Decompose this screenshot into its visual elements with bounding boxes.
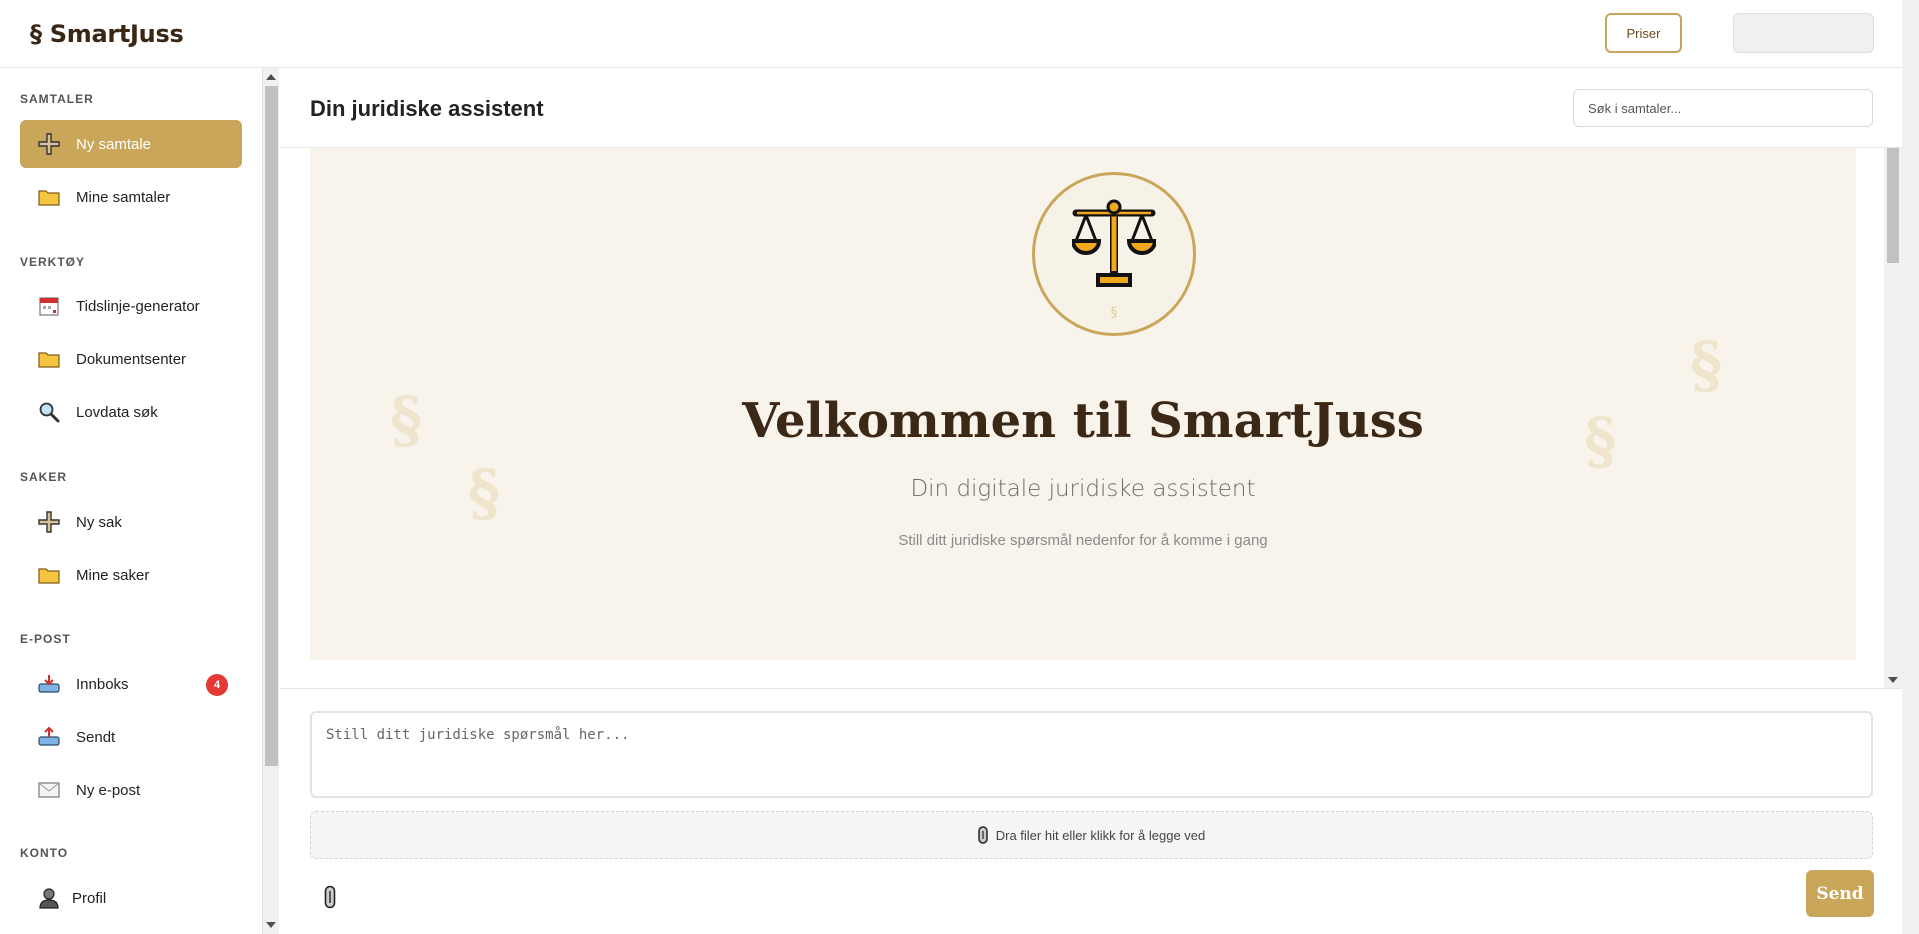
sidebar-scrollbar-thumb[interactable] xyxy=(265,86,278,766)
sidebar-item-lovdata-sok[interactable]: Lovdata søk xyxy=(20,388,242,436)
sidebar-item-mine-samtaler[interactable]: Mine samtaler xyxy=(20,173,242,221)
decorative-paragraph-mark: § xyxy=(1690,328,1723,401)
section-title-verktoy: VERKTØY xyxy=(20,255,86,269)
sidebar-item-label: Sendt xyxy=(76,728,116,746)
user-icon xyxy=(36,887,62,909)
sidebar-item-dokumentsenter[interactable]: Dokumentsenter xyxy=(20,335,242,383)
sidebar-item-label: Mine saker xyxy=(76,566,150,584)
section-title-saker: SAKER xyxy=(20,470,68,484)
plus-icon xyxy=(36,511,62,533)
send-button[interactable]: Send xyxy=(1806,870,1874,917)
sidebar-item-ny-sak[interactable]: Ny sak xyxy=(20,498,242,546)
sidebar-item-sendt[interactable]: Sendt xyxy=(20,713,242,761)
sidebar-item-label: Ny sak xyxy=(76,513,122,531)
sidebar-item-label: Innboks xyxy=(76,675,129,693)
unread-count-badge: 4 xyxy=(206,674,228,696)
plus-icon xyxy=(36,133,62,155)
section-title-konto: KONTO xyxy=(20,846,69,860)
folder-icon xyxy=(36,348,62,370)
page-scrollbar[interactable] xyxy=(1902,0,1919,934)
section-title-samtaler: SAMTALER xyxy=(20,92,94,106)
sidebar-item-profil[interactable]: Profil xyxy=(20,874,242,922)
top-bar: § SmartJuss Priser xyxy=(0,0,1902,68)
folder-icon xyxy=(36,186,62,208)
file-dropzone[interactable]: Dra filer hit eller klikk for å legge ve… xyxy=(310,811,1873,859)
folder-icon xyxy=(36,564,62,586)
account-button[interactable] xyxy=(1733,13,1874,53)
emblem-paragraph-mark: § xyxy=(1110,305,1118,320)
sidebar-item-label: Profil xyxy=(72,889,107,907)
envelope-icon xyxy=(36,779,62,801)
scroll-down-arrow-icon[interactable] xyxy=(266,922,276,928)
sidebar-item-mine-saker[interactable]: Mine saker xyxy=(20,551,242,599)
chat-scrollbar[interactable] xyxy=(1884,148,1902,688)
magnifier-icon xyxy=(36,401,62,423)
sidebar-item-label: Tidslinje-generator xyxy=(76,297,200,315)
sidebar-item-tidslinje[interactable]: Tidslinje-generator xyxy=(20,282,242,330)
scroll-up-arrow-icon[interactable] xyxy=(266,74,276,80)
section-title-e-post: E-POST xyxy=(20,632,71,646)
sidebar-scrollbar[interactable] xyxy=(262,68,279,934)
welcome-subtitle: Din digitale juridiske assistent xyxy=(910,476,1256,502)
sidebar-item-label: Ny e-post xyxy=(76,781,141,799)
chat-area: § § § § § Velkommen til SmartJuss Din di… xyxy=(280,148,1902,688)
sidebar-item-ny-samtale[interactable]: Ny samtale xyxy=(20,120,242,168)
paperclip-icon xyxy=(977,826,988,844)
outbox-icon xyxy=(36,726,62,748)
message-composer: Dra filer hit eller klikk for å legge ve… xyxy=(280,688,1902,934)
page-title: Din juridiske assistent xyxy=(310,96,544,121)
app-logo[interactable]: § SmartJuss xyxy=(30,20,184,48)
sidebar-item-label: Ny samtale xyxy=(76,135,152,153)
welcome-panel: § § § § § Velkommen til SmartJuss Din di… xyxy=(310,148,1856,660)
question-input[interactable] xyxy=(310,711,1873,798)
chat-scrollbar-thumb[interactable] xyxy=(1887,148,1899,263)
pricing-button[interactable]: Priser xyxy=(1605,13,1682,53)
attach-file-button[interactable] xyxy=(320,882,340,912)
scales-of-justice-icon xyxy=(1072,199,1156,287)
sidebar-item-ny-e-post[interactable]: Ny e-post xyxy=(20,766,242,814)
calendar-icon xyxy=(36,295,62,317)
scales-emblem: § xyxy=(1032,172,1196,336)
conversation-search-input[interactable] xyxy=(1573,89,1873,127)
main-header: Din juridiske assistent xyxy=(280,68,1902,148)
welcome-hint: Still ditt juridiske spørsmål nedenfor f… xyxy=(898,532,1268,549)
sidebar-item-label: Mine samtaler xyxy=(76,188,171,206)
sidebar-item-innboks[interactable]: Innboks 4 xyxy=(20,660,242,708)
sidebar-item-label: Dokumentsenter xyxy=(76,350,187,368)
sidebar: SAMTALER Ny samtale Mine samtaler VERKTØ… xyxy=(0,68,262,934)
sidebar-item-label: Lovdata søk xyxy=(76,403,158,421)
scroll-down-arrow-icon[interactable] xyxy=(1888,677,1898,683)
paperclip-icon xyxy=(324,885,336,909)
inbox-icon xyxy=(36,673,62,695)
welcome-title: Velkommen til SmartJuss xyxy=(742,393,1424,449)
dropzone-label: Dra filer hit eller klikk for å legge ve… xyxy=(995,827,1206,843)
